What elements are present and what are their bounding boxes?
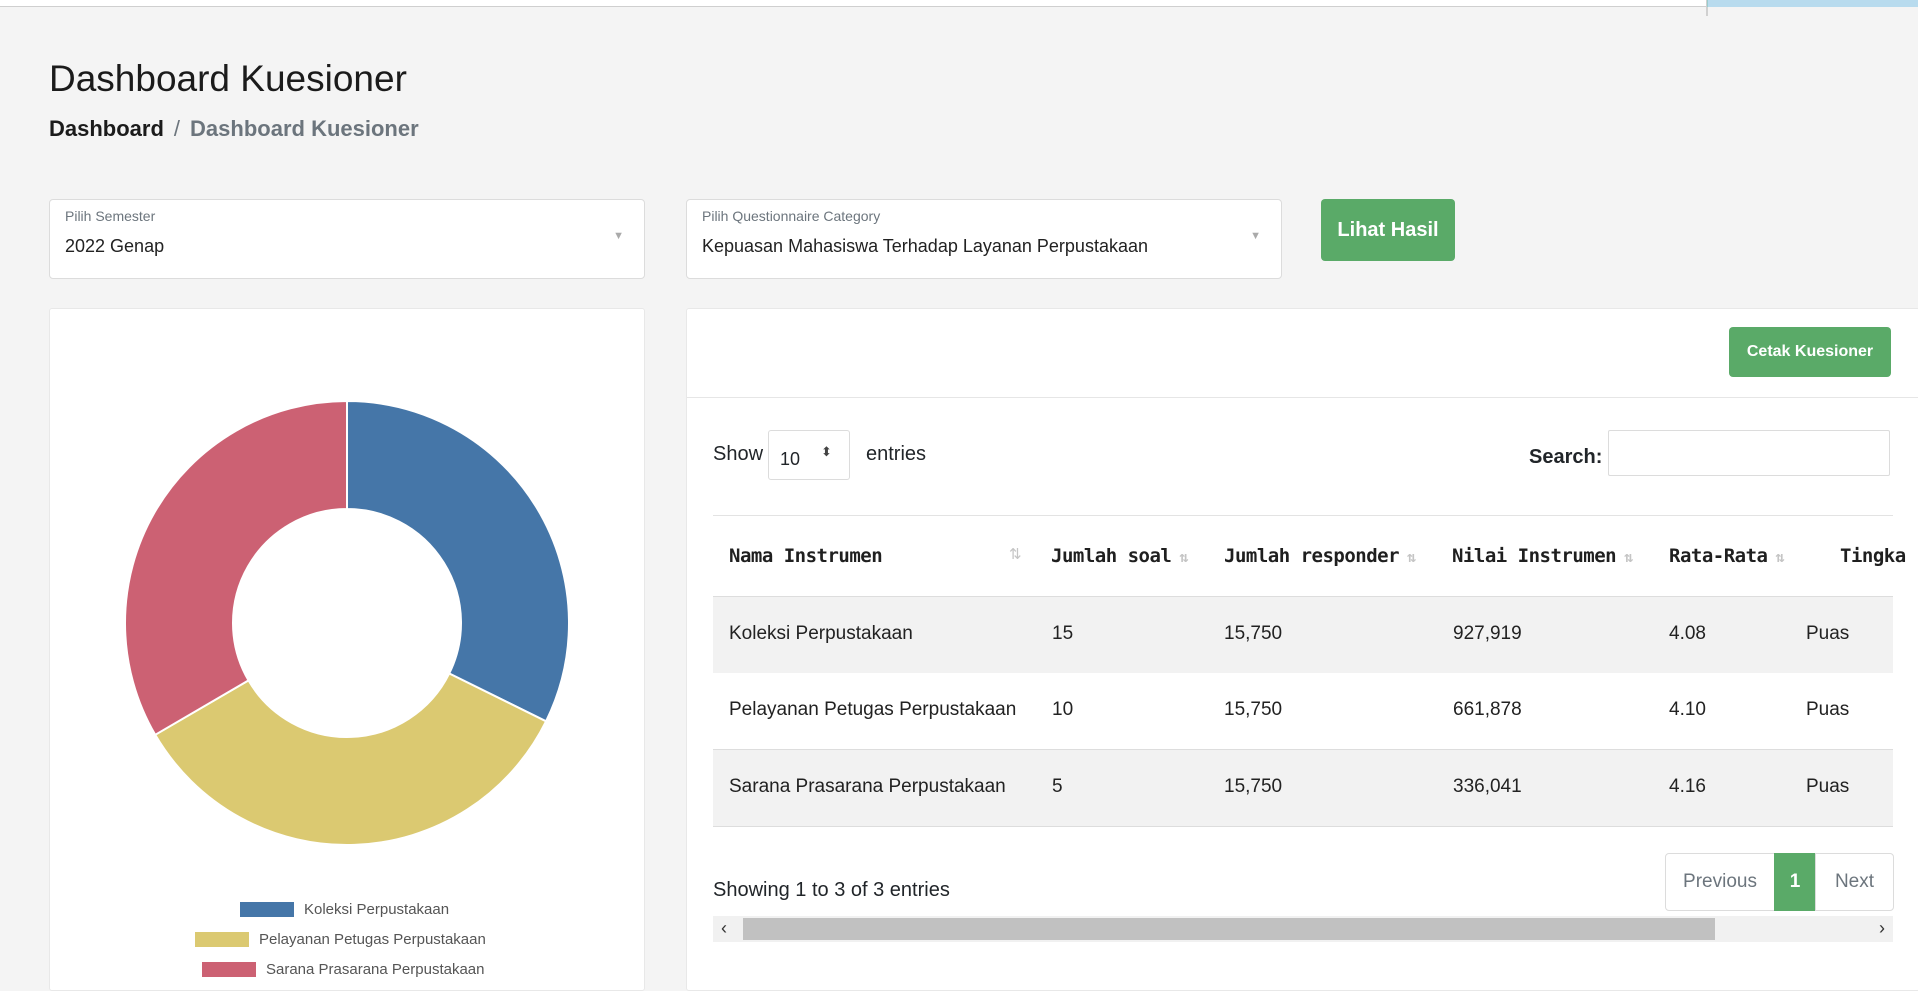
legend-swatch bbox=[202, 962, 256, 977]
top-right-tab[interactable] bbox=[1707, 0, 1918, 7]
pagination-next-button[interactable]: Next bbox=[1815, 853, 1894, 911]
cell-jumlah-responder: 15,750 bbox=[1224, 776, 1283, 797]
sort-icon: ⇅ bbox=[1407, 548, 1416, 566]
page-length-value: 10 bbox=[780, 449, 801, 469]
cell-tingkat: Puas bbox=[1806, 623, 1850, 644]
pagination-previous-button[interactable]: Previous bbox=[1665, 853, 1775, 911]
table-top-divider bbox=[713, 515, 1893, 516]
cell-jumlah-soal: 5 bbox=[1052, 776, 1063, 797]
column-header-nama-instrumen[interactable]: Nama Instrumen bbox=[729, 545, 883, 567]
cell-jumlah-responder: 15,750 bbox=[1224, 699, 1283, 720]
column-header-tingkat[interactable]: Tingka bbox=[1840, 545, 1906, 567]
donut-slice-1[interactable] bbox=[346, 399, 570, 723]
page-title: Dashboard Kuesioner bbox=[49, 58, 407, 99]
column-header-label: Nama Instrumen bbox=[729, 545, 883, 567]
cell-jumlah-soal: 15 bbox=[1052, 623, 1074, 644]
column-header-label: Rata-Rata bbox=[1669, 545, 1768, 567]
category-select-label: Pilih Questionnaire Category bbox=[702, 208, 881, 224]
category-select-value: Kepuasan Mahasiswa Terhadap Layanan Perp… bbox=[702, 236, 1148, 256]
cell-rata-rata: 4.08 bbox=[1669, 623, 1706, 644]
cell-nama-instrumen: Pelayanan Petugas Perpustakaan bbox=[729, 699, 1017, 720]
sort-icon: ⇅ bbox=[1775, 548, 1784, 566]
column-header-label: Jumlah soal bbox=[1051, 545, 1172, 567]
sort-icon[interactable]: ⇅ bbox=[1009, 545, 1022, 563]
legend-label: Pelayanan Petugas Perpustakaan bbox=[259, 931, 486, 948]
top-bar bbox=[0, 0, 1918, 7]
column-header-label: Jumlah responder bbox=[1224, 545, 1400, 567]
cell-jumlah-soal: 10 bbox=[1052, 699, 1074, 720]
cell-rata-rata: 4.10 bbox=[1669, 699, 1706, 720]
lihat-hasil-button[interactable]: Lihat Hasil bbox=[1321, 199, 1455, 261]
stepper-arrows-icon: ⬍ bbox=[821, 444, 832, 459]
show-label: Show bbox=[713, 443, 764, 465]
chevron-right-icon[interactable]: › bbox=[1879, 918, 1885, 939]
page-length-select[interactable]: 10 ⬍ bbox=[768, 430, 850, 480]
breadcrumb-current: Dashboard Kuesioner bbox=[190, 116, 419, 141]
breadcrumb-home-link[interactable]: Dashboard bbox=[49, 116, 164, 141]
chart-card: Koleksi Perpustakaan Pelayanan Petugas Pe… bbox=[49, 308, 645, 991]
legend-swatch bbox=[195, 932, 249, 947]
cell-tingkat: Puas bbox=[1806, 776, 1850, 797]
cell-nilai-instrumen: 336,041 bbox=[1453, 776, 1522, 797]
scrollbar-thumb[interactable] bbox=[743, 918, 1715, 940]
sort-icon: ⇅ bbox=[1624, 548, 1633, 566]
legend-item[interactable]: Pelayanan Petugas Perpustakaan bbox=[195, 931, 486, 948]
category-select[interactable]: Pilih Questionnaire Category Kepuasan Ma… bbox=[686, 199, 1282, 279]
cell-tingkat: Puas bbox=[1806, 699, 1850, 720]
sort-icon: ⇅ bbox=[1179, 548, 1188, 566]
legend-item[interactable]: Sarana Prasarana Perpustakaan bbox=[202, 961, 484, 978]
caret-down-icon: ▼ bbox=[613, 230, 624, 242]
cetak-kuesioner-button[interactable]: Cetak Kuesioner bbox=[1729, 327, 1891, 377]
column-header-label: Tingka bbox=[1840, 545, 1906, 567]
donut-slice-3[interactable] bbox=[124, 399, 348, 737]
search-label: Search: bbox=[1529, 446, 1603, 468]
semester-select-label: Pilih Semester bbox=[65, 208, 156, 224]
column-header-jumlah-soal[interactable]: Jumlah soal ⇅ bbox=[1051, 545, 1188, 567]
caret-down-icon: ▼ bbox=[1250, 230, 1261, 242]
table-row[interactable]: Koleksi Perpustakaan 15 15,750 927,919 4… bbox=[713, 596, 1893, 674]
card-header-divider bbox=[687, 397, 1918, 398]
horizontal-scrollbar[interactable]: ‹ › bbox=[713, 916, 1893, 942]
table-info: Showing 1 to 3 of 3 entries bbox=[713, 879, 950, 901]
search-input[interactable] bbox=[1608, 430, 1890, 476]
cell-rata-rata: 4.16 bbox=[1669, 776, 1706, 797]
chevron-left-icon[interactable]: ‹ bbox=[721, 918, 727, 939]
cell-nama-instrumen: Sarana Prasarana Perpustakaan bbox=[729, 776, 1006, 797]
cell-jumlah-responder: 15,750 bbox=[1224, 623, 1283, 644]
pagination-page-1[interactable]: 1 bbox=[1774, 853, 1816, 911]
donut-chart bbox=[124, 399, 570, 846]
cell-nilai-instrumen: 661,878 bbox=[1453, 699, 1522, 720]
legend-item[interactable]: Koleksi Perpustakaan bbox=[240, 901, 449, 918]
breadcrumb-separator: / bbox=[173, 116, 181, 141]
column-header-label: Nilai Instrumen bbox=[1452, 545, 1617, 567]
cell-nilai-instrumen: 927,919 bbox=[1453, 623, 1522, 644]
legend-swatch bbox=[240, 902, 294, 917]
cell-nama-instrumen: Koleksi Perpustakaan bbox=[729, 623, 913, 644]
entries-label: entries bbox=[866, 443, 927, 465]
legend-label: Koleksi Perpustakaan bbox=[304, 901, 450, 918]
legend-label: Sarana Prasarana Perpustakaan bbox=[266, 961, 485, 978]
column-header-jumlah-responder[interactable]: Jumlah responder ⇅ bbox=[1224, 545, 1416, 567]
table-row[interactable]: Pelayanan Petugas Perpustakaan 10 15,750… bbox=[713, 673, 1893, 750]
table-row[interactable]: Sarana Prasarana Perpustakaan 5 15,750 3… bbox=[713, 750, 1893, 827]
column-header-rata-rata[interactable]: Rata-Rata ⇅ bbox=[1669, 545, 1784, 567]
breadcrumb: Dashboard / Dashboard Kuesioner bbox=[49, 116, 419, 142]
column-header-nilai-instrumen[interactable]: Nilai Instrumen ⇅ bbox=[1452, 545, 1633, 567]
semester-select-value: 2022 Genap bbox=[65, 236, 165, 256]
semester-select[interactable]: Pilih Semester 2022 Genap ▼ bbox=[49, 199, 645, 279]
